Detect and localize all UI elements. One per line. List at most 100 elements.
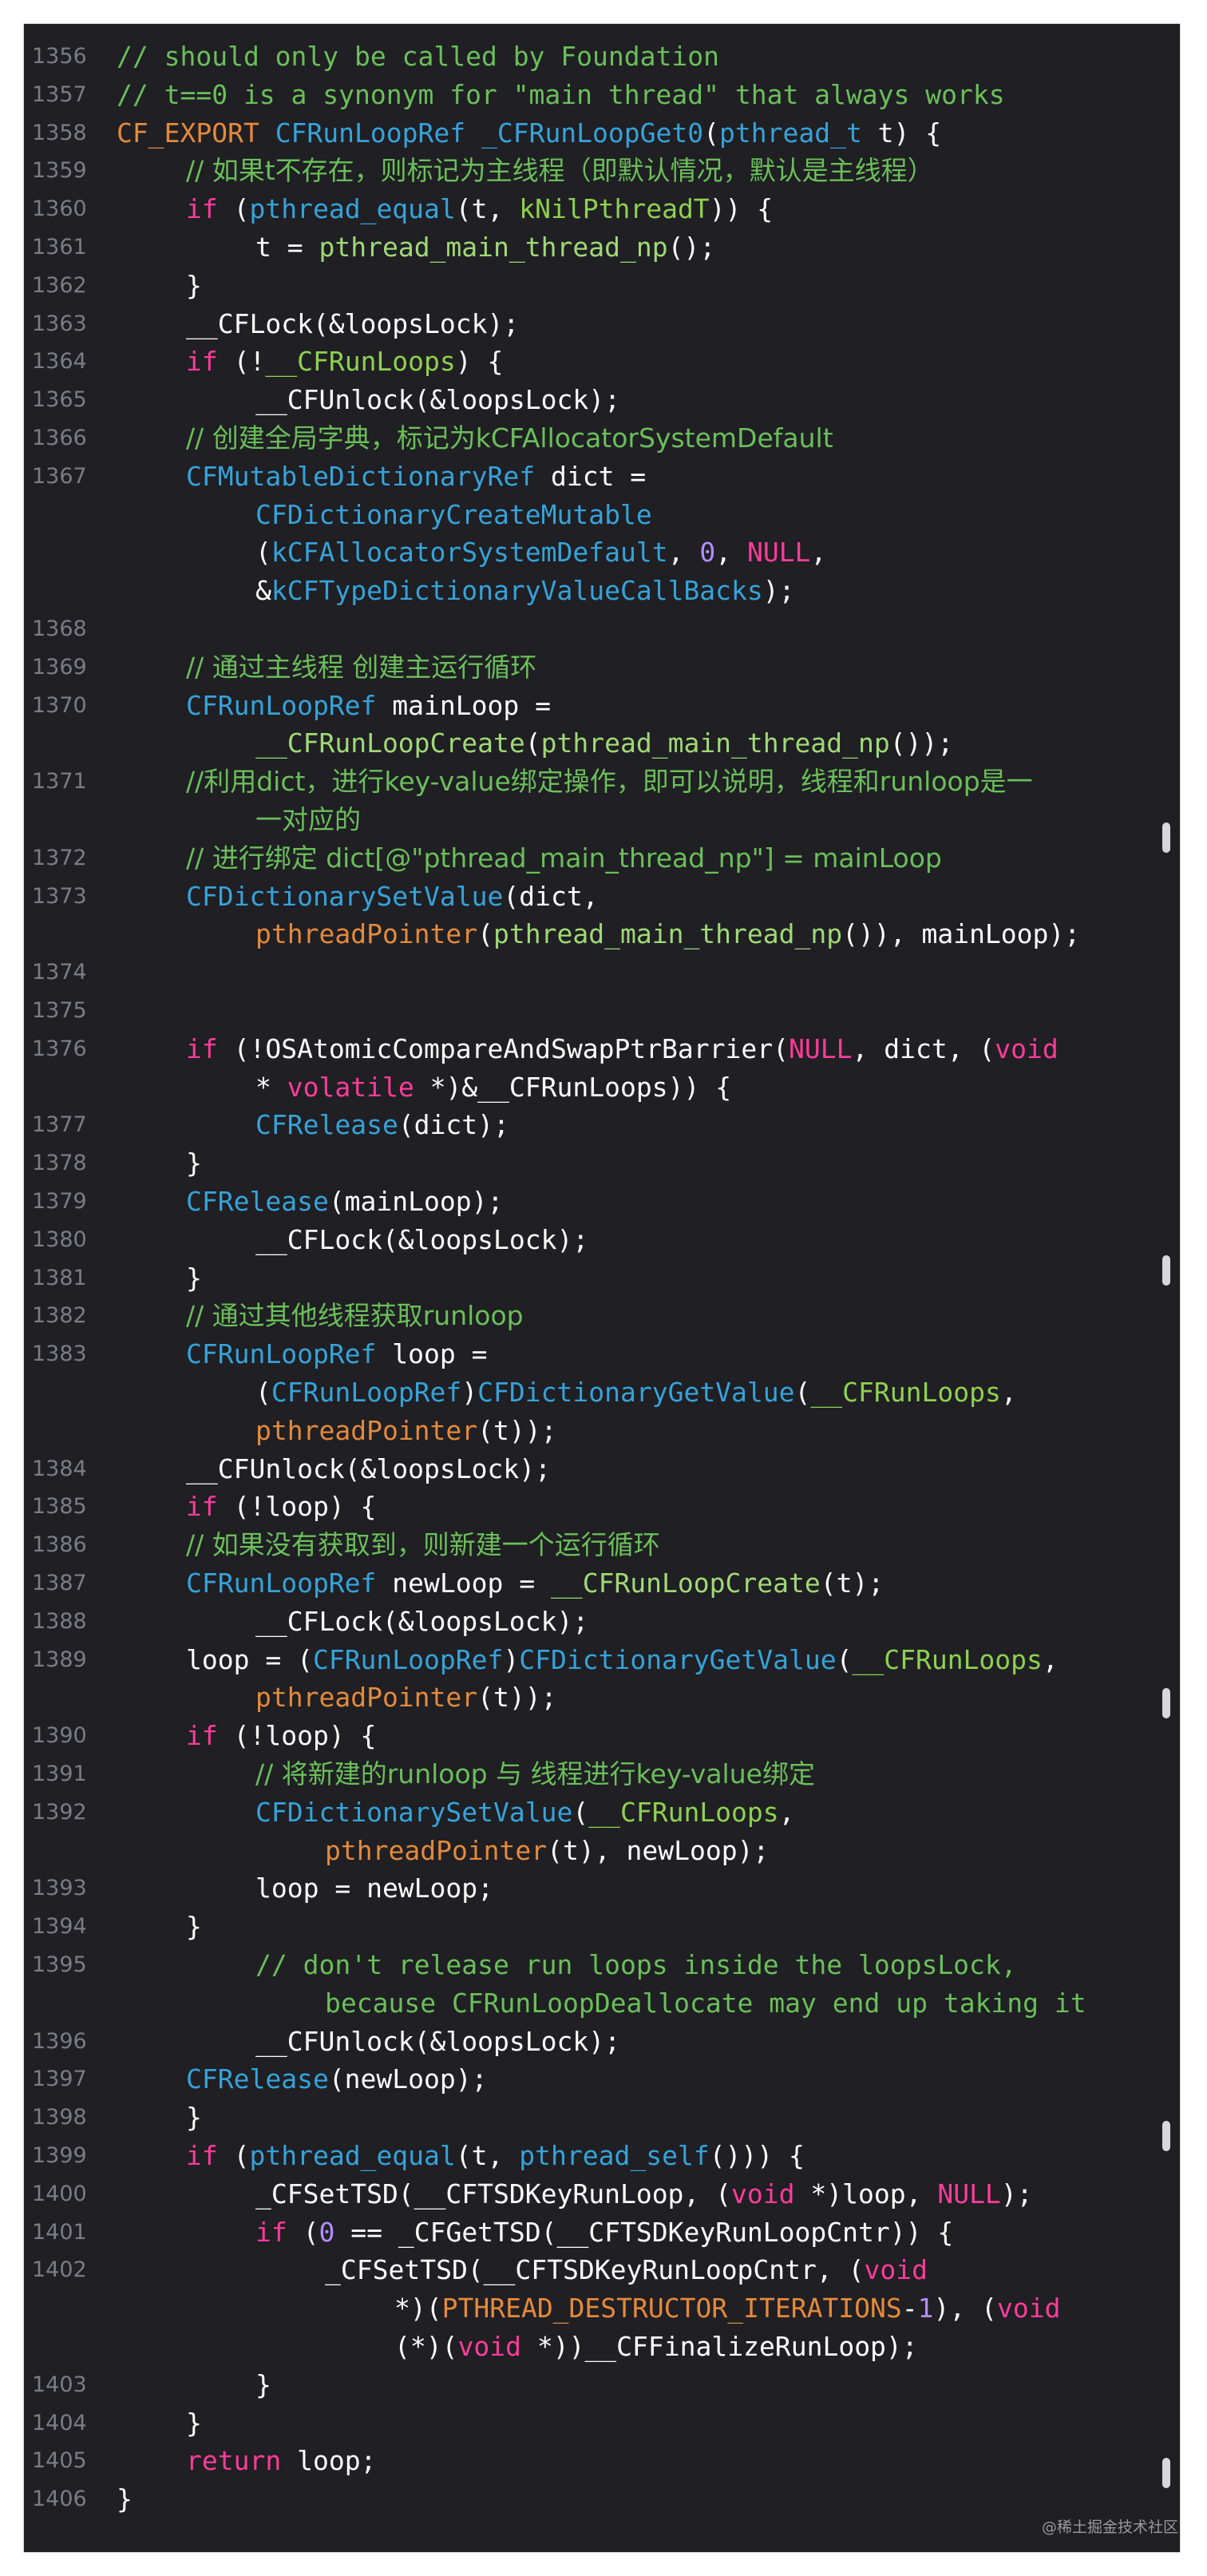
code-line[interactable]: // 通过主线程 创建主运行循环 bbox=[186, 648, 536, 687]
code-line[interactable]: pthreadPointer(t)); bbox=[255, 1412, 557, 1450]
code-line[interactable]: __CFUnlock(&loopsLock); bbox=[186, 1450, 551, 1488]
code-line[interactable]: loop = (CFRunLoopRef)CFDictionaryGetValu… bbox=[186, 1641, 1059, 1679]
change-marker bbox=[1162, 2121, 1170, 2151]
code-line[interactable]: &kCFTypeDictionaryValueCallBacks); bbox=[255, 572, 795, 610]
code-line[interactable]: return loop; bbox=[186, 2442, 376, 2480]
code-line[interactable]: } bbox=[186, 1144, 202, 1183]
code-line[interactable]: pthreadPointer(t)); bbox=[255, 1678, 557, 1717]
line-number: 1388 bbox=[32, 1608, 87, 1634]
code-token: 一对应的 bbox=[255, 804, 361, 835]
code-line[interactable]: if (!__CFRunLoops) { bbox=[186, 343, 503, 381]
code-token: ( bbox=[217, 2140, 250, 2171]
line-number: 1401 bbox=[32, 2219, 87, 2245]
code-line[interactable]: } bbox=[255, 2366, 271, 2404]
code-token: CFRunLoopRef bbox=[186, 689, 377, 721]
code-token: } bbox=[186, 269, 202, 301]
code-token: _CFSetTSD(__CFTSDKeyRunLoopCntr, ( bbox=[325, 2254, 865, 2286]
line-number: 1405 bbox=[32, 2448, 87, 2474]
code-line[interactable]: } bbox=[186, 1259, 202, 1298]
code-token: // 将新建的runloop 与 线程进行key-value绑定 bbox=[255, 1758, 815, 1789]
code-line[interactable]: //利用dict，进行key-value绑定操作，即可以说明，线程和runloo… bbox=[186, 763, 1033, 801]
code-line[interactable]: if (pthread_equal(t, pthread_self())) { bbox=[186, 2137, 805, 2175]
code-line[interactable]: } bbox=[186, 2098, 202, 2137]
line-number: 1367 bbox=[32, 463, 87, 489]
code-token: // 通过主线程 创建主运行循环 bbox=[186, 651, 537, 683]
code-line[interactable]: loop = newLoop; bbox=[255, 1869, 493, 1908]
code-token: * bbox=[255, 1071, 287, 1103]
code-line[interactable]: // 将新建的runloop 与 线程进行key-value绑定 bbox=[255, 1755, 815, 1793]
code-line[interactable]: (kCFAllocatorSystemDefault, 0, NULL, bbox=[255, 533, 826, 572]
code-token: ) { bbox=[455, 346, 504, 378]
code-line[interactable]: CFRunLoopRef mainLoop = bbox=[186, 687, 551, 725]
code-line[interactable]: pthreadPointer(pthread_main_thread_np())… bbox=[255, 915, 1080, 953]
code-token: CFRelease bbox=[186, 1186, 329, 1217]
code-line[interactable]: // 如果t不存在，则标记为主线程（即默认情况，默认是主线程） bbox=[186, 152, 934, 190]
line-number: 1382 bbox=[32, 1303, 87, 1329]
code-line[interactable]: // 创建全局字典，标记为kCFAllocatorSystemDefault bbox=[186, 419, 833, 458]
code-line[interactable]: } bbox=[117, 2480, 133, 2519]
code-line[interactable]: _CFSetTSD(__CFTSDKeyRunLoopCntr, (void bbox=[325, 2251, 928, 2289]
code-token: ( bbox=[572, 1796, 589, 1828]
code-line[interactable]: } bbox=[186, 2404, 202, 2443]
code-token: CFRunLoopRef bbox=[186, 1567, 377, 1599]
code-line[interactable]: if (!loop) { bbox=[186, 1488, 376, 1526]
code-line[interactable]: 一对应的 bbox=[255, 801, 361, 839]
code-line[interactable]: if (0 == _CFGetTSD(__CFTSDKeyRunLoopCntr… bbox=[255, 2213, 953, 2252]
line-number: 1360 bbox=[32, 196, 87, 222]
code-token: (! bbox=[217, 346, 266, 378]
code-line[interactable]: CFMutableDictionaryRef dict = bbox=[186, 458, 646, 496]
code-line[interactable]: if (!loop) { bbox=[186, 1717, 376, 1755]
code-token: CFDictionaryGetValue bbox=[519, 1643, 837, 1675]
line-number: 1377 bbox=[32, 1112, 87, 1138]
code-line[interactable]: (CFRunLoopRef)CFDictionaryGetValue(__CFR… bbox=[255, 1373, 1017, 1412]
code-line[interactable]: because CFRunLoopDeallocate may end up t… bbox=[325, 1984, 1086, 2023]
code-line[interactable]: (*)(void *))__CFFinalizeRunLoop); bbox=[394, 2328, 918, 2366]
code-line[interactable]: pthreadPointer(t), newLoop); bbox=[325, 1832, 769, 1870]
code-line[interactable]: if (pthread_equal(t, kNilPthreadT)) { bbox=[186, 190, 773, 228]
code-line[interactable]: __CFRunLoopCreate(pthread_main_thread_np… bbox=[255, 724, 953, 763]
code-token: 0 bbox=[319, 2216, 335, 2248]
code-line[interactable]: CFDictionarySetValue(__CFRunLoops, bbox=[255, 1793, 795, 1832]
code-line[interactable]: __CFUnlock(&loopsLock); bbox=[255, 381, 620, 419]
code-line[interactable]: __CFLock(&loopsLock); bbox=[186, 305, 519, 343]
code-line[interactable]: // 如果没有获取到，则新建一个运行循环 bbox=[186, 1526, 660, 1564]
code-line[interactable]: __CFLock(&loopsLock); bbox=[255, 1603, 588, 1641]
code-line[interactable]: } bbox=[186, 267, 202, 305]
code-line[interactable]: CFRelease(mainLoop); bbox=[186, 1183, 503, 1221]
line-number: 1402 bbox=[32, 2257, 87, 2283]
code-token: (t, bbox=[455, 2140, 520, 2171]
code-line[interactable]: CFRunLoopRef newLoop = __CFRunLoopCreate… bbox=[186, 1564, 884, 1603]
code-token: } bbox=[186, 1911, 202, 1943]
code-token: , dict, ( bbox=[852, 1032, 995, 1064]
code-token: __CFUnlock(&loopsLock); bbox=[255, 2025, 620, 2057]
code-line[interactable]: *)(PTHREAD_DESTRUCTOR_ITERATIONS-1), (vo… bbox=[394, 2289, 1061, 2328]
code-line[interactable]: // 进行绑定 dict[@"pthread_main_thread_np"] … bbox=[186, 839, 942, 878]
line-number: 1376 bbox=[32, 1036, 87, 1061]
code-line[interactable]: CFRunLoopRef loop = bbox=[186, 1335, 488, 1373]
code-token: (!loop) { bbox=[217, 1720, 377, 1752]
line-number: 1363 bbox=[32, 311, 87, 336]
code-token: void bbox=[731, 2178, 795, 2209]
code-line[interactable]: _CFSetTSD(__CFTSDKeyRunLoop, (void *)loo… bbox=[255, 2175, 1033, 2213]
code-editor[interactable]: 1356 // should only be called by Foundati… bbox=[24, 24, 1180, 2552]
code-token: // 通过其他线程获取runloop bbox=[186, 1300, 524, 1332]
code-line[interactable]: // don't release run loops inside the lo… bbox=[255, 1946, 1017, 1984]
code-line[interactable]: CFDictionarySetValue(dict, bbox=[186, 878, 599, 916]
code-line[interactable]: CF_EXPORT CFRunLoopRef _CFRunLoopGet0(pt… bbox=[117, 114, 941, 153]
code-line[interactable]: CFRelease(dict); bbox=[255, 1106, 509, 1144]
code-line[interactable]: CFDictionaryCreateMutable bbox=[255, 496, 652, 534]
code-token: if bbox=[186, 2140, 218, 2171]
code-token: (!loop) { bbox=[217, 1491, 377, 1523]
code-token: (!OSAtomicCompareAndSwapPtrBarrier( bbox=[217, 1032, 789, 1064]
code-line[interactable]: } bbox=[186, 1908, 202, 1946]
code-line[interactable]: CFRelease(newLoop); bbox=[186, 2060, 488, 2098]
code-line[interactable]: * volatile *)&__CFRunLoops)) { bbox=[255, 1068, 731, 1107]
line-number: 1386 bbox=[32, 1532, 87, 1558]
code-line[interactable]: t = pthread_main_thread_np(); bbox=[255, 228, 715, 267]
code-line[interactable]: __CFLock(&loopsLock); bbox=[255, 1221, 588, 1259]
code-line[interactable]: if (!OSAtomicCompareAndSwapPtrBarrier(NU… bbox=[186, 1030, 1059, 1068]
code-line[interactable]: // should only be called by Foundation bbox=[117, 38, 719, 76]
code-line[interactable]: __CFUnlock(&loopsLock); bbox=[255, 2023, 620, 2061]
code-line[interactable]: // 通过其他线程获取runloop bbox=[186, 1297, 524, 1335]
code-line[interactable]: // t==0 is a synonym for "main thread" t… bbox=[117, 76, 1005, 114]
